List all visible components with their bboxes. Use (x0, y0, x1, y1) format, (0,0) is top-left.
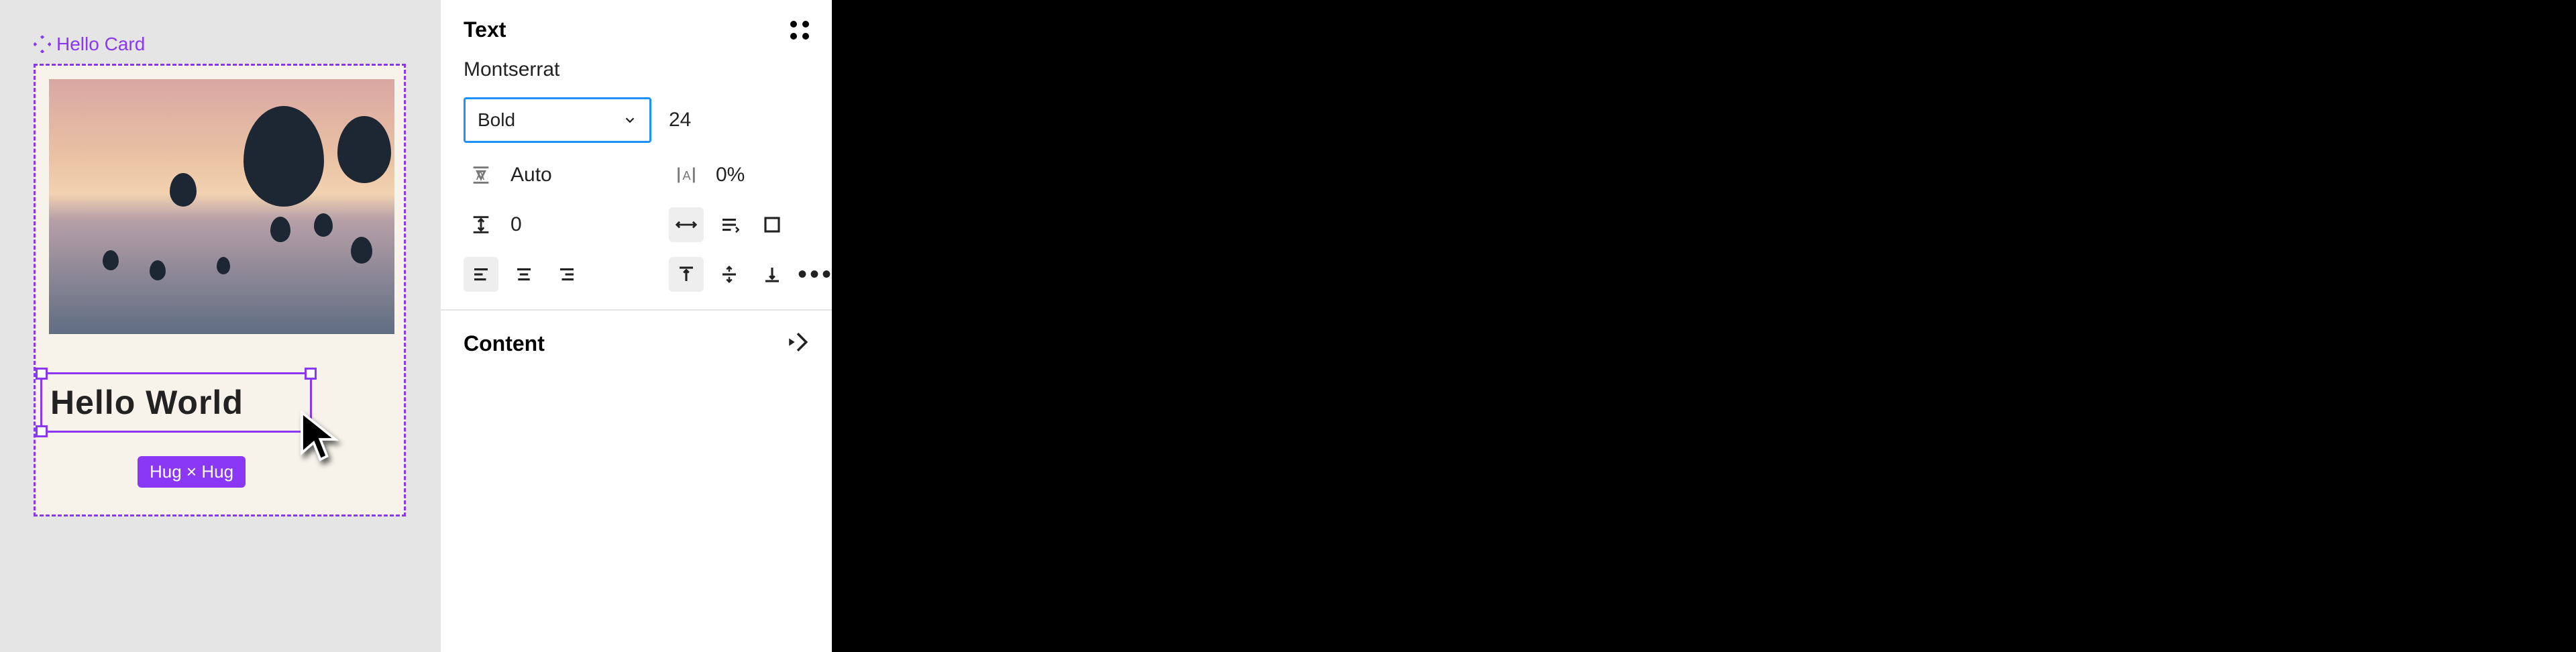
cursor-icon (299, 409, 339, 463)
canvas[interactable]: Hello Card Hello World Hug × Hug (0, 0, 439, 652)
align-middle-icon[interactable] (712, 257, 747, 292)
font-weight-select[interactable]: Bold (464, 97, 651, 143)
drag-handle-icon[interactable] (790, 21, 809, 40)
svg-text:A: A (682, 168, 691, 182)
text-layer-selection[interactable]: Hello World (40, 372, 312, 433)
card-frame[interactable] (34, 64, 406, 517)
align-left-icon[interactable] (464, 257, 498, 292)
letter-spacing-icon: A (669, 158, 704, 193)
text-section: Text Montserrat Bold 24 A Auto (441, 0, 832, 311)
paragraph-spacing-value[interactable]: 0 (511, 213, 522, 236)
align-top-icon[interactable] (669, 257, 704, 292)
empty-area (832, 0, 2576, 652)
letter-spacing-value[interactable]: 0% (716, 164, 745, 186)
text-layer-value[interactable]: Hello World (50, 383, 244, 422)
inspector-panel: Text Montserrat Bold 24 A Auto (439, 0, 832, 652)
sizing-badge: Hug × Hug (138, 456, 246, 488)
auto-width-icon[interactable] (669, 207, 704, 242)
fixed-size-icon[interactable] (755, 207, 790, 242)
font-family-field[interactable]: Montserrat (464, 58, 809, 81)
component-icon (34, 36, 51, 53)
svg-text:A: A (476, 168, 485, 182)
align-right-icon[interactable] (549, 257, 584, 292)
resize-handle-tl[interactable] (36, 368, 48, 380)
apply-content-icon[interactable] (786, 331, 809, 357)
font-weight-value: Bold (478, 109, 515, 131)
paragraph-spacing-icon (464, 207, 498, 242)
auto-height-icon[interactable] (712, 207, 747, 242)
component-label-text: Hello Card (56, 34, 145, 55)
line-height-value[interactable]: Auto (511, 164, 552, 186)
card-image[interactable] (49, 79, 394, 334)
resize-handle-tr[interactable] (305, 368, 317, 380)
component-label[interactable]: Hello Card (34, 34, 145, 55)
content-section: Content (441, 311, 832, 377)
line-height-icon: A (464, 158, 498, 193)
resize-handle-bl[interactable] (36, 425, 48, 437)
align-bottom-icon[interactable] (755, 257, 790, 292)
font-size-field[interactable]: 24 (669, 109, 691, 131)
align-center-icon[interactable] (506, 257, 541, 292)
content-section-title: Content (464, 331, 545, 356)
chevron-down-icon (623, 113, 637, 127)
text-section-title: Text (464, 17, 506, 42)
